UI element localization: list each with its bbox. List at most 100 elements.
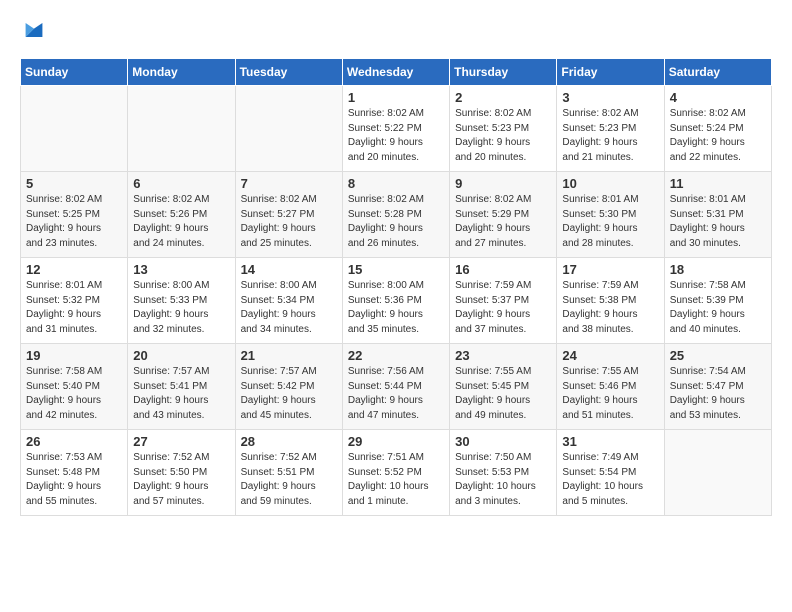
day-number: 26 — [26, 434, 122, 449]
day-info: Sunrise: 7:59 AM Sunset: 5:37 PM Dayligh… — [455, 279, 551, 337]
calendar-cell — [21, 86, 128, 172]
day-info: Sunrise: 7:49 AM Sunset: 5:54 PM Dayligh… — [562, 451, 658, 509]
day-info: Sunrise: 7:57 AM Sunset: 5:41 PM Dayligh… — [133, 365, 229, 423]
day-info: Sunrise: 8:02 AM Sunset: 5:25 PM Dayligh… — [26, 193, 122, 251]
day-info: Sunrise: 8:02 AM Sunset: 5:24 PM Dayligh… — [670, 107, 766, 165]
calendar-cell — [664, 430, 771, 516]
day-number: 24 — [562, 348, 658, 363]
calendar-header-row: SundayMondayTuesdayWednesdayThursdayFrid… — [21, 59, 772, 86]
calendar-cell: 25 Sunrise: 7:54 AM Sunset: 5:47 PM Dayli… — [664, 344, 771, 430]
day-number: 30 — [455, 434, 551, 449]
page: SundayMondayTuesdayWednesdayThursdayFrid… — [0, 0, 792, 536]
day-info: Sunrise: 8:02 AM Sunset: 5:26 PM Dayligh… — [133, 193, 229, 251]
day-info: Sunrise: 8:00 AM Sunset: 5:36 PM Dayligh… — [348, 279, 444, 337]
day-number: 14 — [241, 262, 337, 277]
day-number: 12 — [26, 262, 122, 277]
day-number: 4 — [670, 90, 766, 105]
calendar-cell: 18 Sunrise: 7:58 AM Sunset: 5:39 PM Dayli… — [664, 258, 771, 344]
day-info: Sunrise: 8:02 AM Sunset: 5:23 PM Dayligh… — [562, 107, 658, 165]
day-number: 1 — [348, 90, 444, 105]
day-number: 23 — [455, 348, 551, 363]
calendar-cell: 22 Sunrise: 7:56 AM Sunset: 5:44 PM Dayli… — [342, 344, 449, 430]
day-number: 16 — [455, 262, 551, 277]
calendar-cell: 29 Sunrise: 7:51 AM Sunset: 5:52 PM Dayli… — [342, 430, 449, 516]
day-number: 21 — [241, 348, 337, 363]
day-number: 25 — [670, 348, 766, 363]
calendar-cell: 28 Sunrise: 7:52 AM Sunset: 5:51 PM Dayli… — [235, 430, 342, 516]
day-number: 11 — [670, 176, 766, 191]
calendar-header-wednesday: Wednesday — [342, 59, 449, 86]
day-info: Sunrise: 7:50 AM Sunset: 5:53 PM Dayligh… — [455, 451, 551, 509]
calendar-cell: 30 Sunrise: 7:50 AM Sunset: 5:53 PM Dayli… — [450, 430, 557, 516]
day-number: 3 — [562, 90, 658, 105]
day-info: Sunrise: 7:53 AM Sunset: 5:48 PM Dayligh… — [26, 451, 122, 509]
day-number: 5 — [26, 176, 122, 191]
calendar-week-row: 26 Sunrise: 7:53 AM Sunset: 5:48 PM Dayli… — [21, 430, 772, 516]
day-info: Sunrise: 7:54 AM Sunset: 5:47 PM Dayligh… — [670, 365, 766, 423]
day-info: Sunrise: 8:00 AM Sunset: 5:33 PM Dayligh… — [133, 279, 229, 337]
day-info: Sunrise: 8:02 AM Sunset: 5:28 PM Dayligh… — [348, 193, 444, 251]
day-info: Sunrise: 8:01 AM Sunset: 5:30 PM Dayligh… — [562, 193, 658, 251]
calendar-cell — [235, 86, 342, 172]
calendar-cell: 14 Sunrise: 8:00 AM Sunset: 5:34 PM Dayli… — [235, 258, 342, 344]
calendar-cell: 6 Sunrise: 8:02 AM Sunset: 5:26 PM Daylig… — [128, 172, 235, 258]
calendar-header-saturday: Saturday — [664, 59, 771, 86]
calendar-header-monday: Monday — [128, 59, 235, 86]
day-number: 22 — [348, 348, 444, 363]
day-number: 18 — [670, 262, 766, 277]
day-info: Sunrise: 8:02 AM Sunset: 5:22 PM Dayligh… — [348, 107, 444, 165]
day-number: 27 — [133, 434, 229, 449]
calendar-cell: 20 Sunrise: 7:57 AM Sunset: 5:41 PM Dayli… — [128, 344, 235, 430]
day-info: Sunrise: 7:58 AM Sunset: 5:39 PM Dayligh… — [670, 279, 766, 337]
day-info: Sunrise: 7:52 AM Sunset: 5:50 PM Dayligh… — [133, 451, 229, 509]
day-number: 15 — [348, 262, 444, 277]
day-info: Sunrise: 8:00 AM Sunset: 5:34 PM Dayligh… — [241, 279, 337, 337]
calendar-cell: 17Sunrise: 7:59 AM Sunset: 5:38 PM Dayli… — [557, 258, 664, 344]
day-number: 7 — [241, 176, 337, 191]
calendar-cell: 21 Sunrise: 7:57 AM Sunset: 5:42 PM Dayli… — [235, 344, 342, 430]
calendar-cell: 10Sunrise: 8:01 AM Sunset: 5:30 PM Dayli… — [557, 172, 664, 258]
calendar-week-row: 12 Sunrise: 8:01 AM Sunset: 5:32 PM Dayli… — [21, 258, 772, 344]
day-number: 19 — [26, 348, 122, 363]
calendar-cell: 23Sunrise: 7:55 AM Sunset: 5:45 PM Dayli… — [450, 344, 557, 430]
day-info: Sunrise: 8:01 AM Sunset: 5:31 PM Dayligh… — [670, 193, 766, 251]
calendar-cell — [128, 86, 235, 172]
day-info: Sunrise: 7:55 AM Sunset: 5:46 PM Dayligh… — [562, 365, 658, 423]
calendar-cell: 27 Sunrise: 7:52 AM Sunset: 5:50 PM Dayli… — [128, 430, 235, 516]
calendar-week-row: 1 Sunrise: 8:02 AM Sunset: 5:22 PM Daylig… — [21, 86, 772, 172]
calendar-header-friday: Friday — [557, 59, 664, 86]
calendar-cell: 3 Sunrise: 8:02 AM Sunset: 5:23 PM Daylig… — [557, 86, 664, 172]
day-number: 28 — [241, 434, 337, 449]
calendar-cell: 26 Sunrise: 7:53 AM Sunset: 5:48 PM Dayli… — [21, 430, 128, 516]
calendar-cell: 5 Sunrise: 8:02 AM Sunset: 5:25 PM Daylig… — [21, 172, 128, 258]
day-info: Sunrise: 8:02 AM Sunset: 5:27 PM Dayligh… — [241, 193, 337, 251]
day-number: 2 — [455, 90, 551, 105]
day-info: Sunrise: 8:01 AM Sunset: 5:32 PM Dayligh… — [26, 279, 122, 337]
calendar-cell: 15 Sunrise: 8:00 AM Sunset: 5:36 PM Dayli… — [342, 258, 449, 344]
day-info: Sunrise: 7:51 AM Sunset: 5:52 PM Dayligh… — [348, 451, 444, 509]
day-info: Sunrise: 7:59 AM Sunset: 5:38 PM Dayligh… — [562, 279, 658, 337]
day-info: Sunrise: 8:02 AM Sunset: 5:23 PM Dayligh… — [455, 107, 551, 165]
calendar-cell: 24 Sunrise: 7:55 AM Sunset: 5:46 PM Dayli… — [557, 344, 664, 430]
calendar-header-thursday: Thursday — [450, 59, 557, 86]
day-number: 8 — [348, 176, 444, 191]
calendar-week-row: 5 Sunrise: 8:02 AM Sunset: 5:25 PM Daylig… — [21, 172, 772, 258]
header — [20, 16, 772, 44]
day-number: 13 — [133, 262, 229, 277]
day-number: 29 — [348, 434, 444, 449]
day-number: 9 — [455, 176, 551, 191]
day-info: Sunrise: 8:02 AM Sunset: 5:29 PM Dayligh… — [455, 193, 551, 251]
day-number: 6 — [133, 176, 229, 191]
calendar-header-sunday: Sunday — [21, 59, 128, 86]
calendar-header-tuesday: Tuesday — [235, 59, 342, 86]
calendar-cell: 1 Sunrise: 8:02 AM Sunset: 5:22 PM Daylig… — [342, 86, 449, 172]
day-info: Sunrise: 7:56 AM Sunset: 5:44 PM Dayligh… — [348, 365, 444, 423]
logo-icon — [20, 16, 48, 44]
calendar-cell: 19Sunrise: 7:58 AM Sunset: 5:40 PM Dayli… — [21, 344, 128, 430]
day-number: 31 — [562, 434, 658, 449]
calendar-cell: 8 Sunrise: 8:02 AM Sunset: 5:28 PM Daylig… — [342, 172, 449, 258]
calendar-cell: 16 Sunrise: 7:59 AM Sunset: 5:37 PM Dayli… — [450, 258, 557, 344]
day-info: Sunrise: 7:57 AM Sunset: 5:42 PM Dayligh… — [241, 365, 337, 423]
day-number: 20 — [133, 348, 229, 363]
day-info: Sunrise: 7:52 AM Sunset: 5:51 PM Dayligh… — [241, 451, 337, 509]
